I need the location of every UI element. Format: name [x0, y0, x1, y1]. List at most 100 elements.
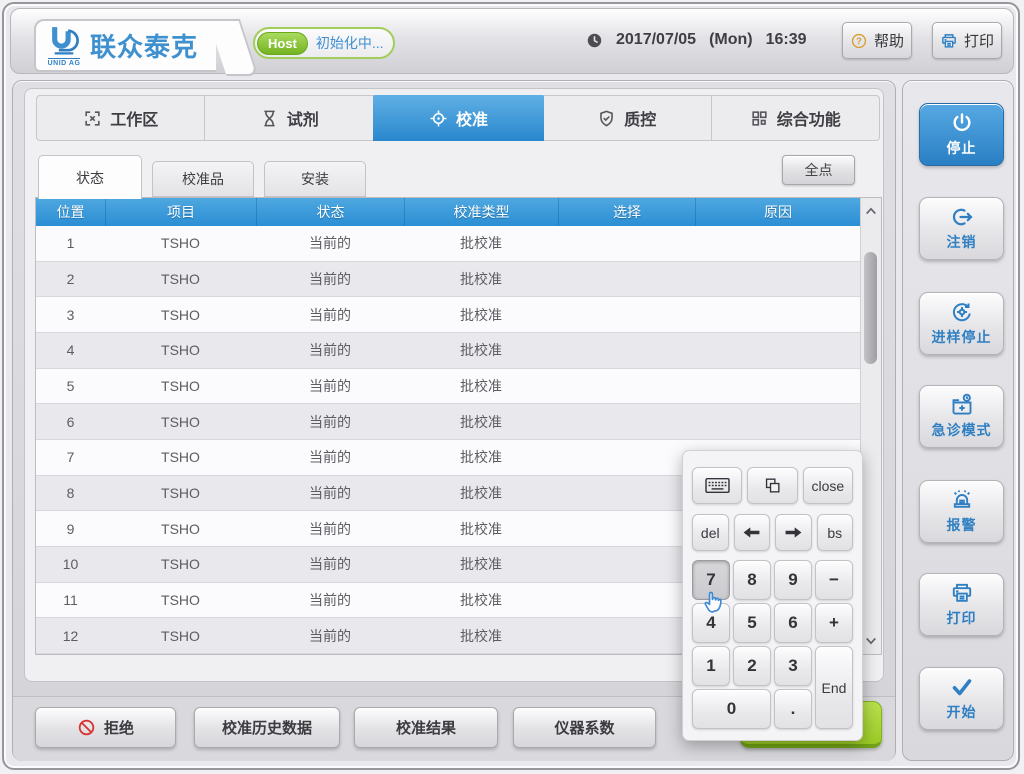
table-row[interactable]: 6TSHO当前的批校准 [36, 404, 860, 440]
cell: TSHO [105, 226, 256, 261]
keypad-9-key[interactable]: 9 [774, 560, 812, 600]
cell: 1 [36, 226, 105, 261]
cell: TSHO [105, 404, 256, 439]
cell: 当前的 [256, 618, 404, 653]
tab-functions[interactable]: 综合功能 [712, 96, 879, 140]
keypad-7-key[interactable]: 7 [692, 560, 730, 600]
sidebar-logout-button[interactable]: 注销 [919, 197, 1004, 260]
cell: 批校准 [404, 404, 558, 439]
scroll-down-icon[interactable] [861, 628, 881, 654]
keypad-arrow-left-key[interactable] [734, 514, 771, 551]
time-text: 16:39 [766, 31, 807, 49]
subtab-install[interactable]: 安装 [264, 161, 366, 197]
cell: 9 [36, 511, 105, 546]
emergency-icon [950, 393, 974, 417]
keypad-bs-key[interactable]: bs [817, 514, 854, 551]
numeric-keypad: close del bs 789− 456+123End 0. [682, 450, 863, 741]
button-label: 拒绝 [104, 717, 134, 738]
sidebar-emergency-mode-button[interactable]: 急诊模式 [919, 385, 1004, 448]
sidebar-stop-button[interactable]: 停止 [919, 103, 1004, 166]
help-button[interactable]: ? 帮助 [842, 22, 912, 59]
cell [558, 333, 695, 368]
keypad-minus-key[interactable]: − [815, 560, 853, 600]
scroll-up-icon[interactable] [861, 198, 881, 224]
keypad-1-key[interactable]: 1 [692, 646, 730, 686]
reagent-icon [260, 109, 279, 128]
functions-icon [750, 109, 769, 128]
sidebar-sampling-stop-button[interactable]: 进样停止 [919, 292, 1004, 355]
print-button-top[interactable]: 打印 [932, 22, 1002, 59]
cell [558, 440, 695, 475]
sidebar-print-button[interactable]: 打印 [919, 573, 1004, 636]
table-scrollbar[interactable] [860, 198, 881, 654]
sidebar-alarm-button[interactable]: 报警 [919, 480, 1004, 543]
sample-stop-icon [950, 300, 974, 324]
all-points-button[interactable]: 全点 [782, 155, 855, 185]
weekday-text: (Mon) [709, 31, 753, 49]
keypad-end-key[interactable]: End [815, 646, 853, 729]
table-row[interactable]: 4TSHO当前的批校准 [36, 333, 860, 369]
cell: 3 [36, 297, 105, 332]
help-button-label: 帮助 [874, 30, 904, 51]
cell: 11 [36, 583, 105, 618]
table-row[interactable]: 2TSHO当前的批校准 [36, 262, 860, 298]
keypad-3-key[interactable]: 3 [774, 646, 812, 686]
subtab-status[interactable]: 状态 [38, 155, 142, 199]
keypad-del-key[interactable]: del [692, 514, 729, 551]
tab-workspace[interactable]: 工作区 [37, 96, 205, 140]
cell [558, 547, 695, 582]
column-header: 选择 [558, 198, 695, 226]
keypad-6-key[interactable]: 6 [774, 603, 812, 643]
keypad-5-key[interactable]: 5 [733, 603, 771, 643]
main-tabs: 工作区 试剂 校准 质控 综合功能 [36, 95, 880, 141]
keypad-plus-key[interactable]: + [815, 603, 853, 643]
cell: 4 [36, 333, 105, 368]
table-row[interactable]: 5TSHO当前的批校准 [36, 369, 860, 405]
keypad-0-key[interactable]: 0 [692, 689, 771, 729]
tab-label: 试剂 [287, 106, 319, 130]
button-label: 仪器系数 [554, 717, 614, 738]
subtab-calibrator[interactable]: 校准品 [152, 161, 254, 197]
table-row[interactable]: 1TSHO当前的批校准 [36, 226, 860, 262]
keyboard-icon [704, 477, 731, 494]
cell: TSHO [105, 333, 256, 368]
keypad-arrow-right-key[interactable] [775, 514, 812, 551]
keypad-dot-key[interactable]: . [774, 689, 812, 729]
cell [558, 404, 695, 439]
cal-history-button[interactable]: 校准历史数据 [194, 707, 340, 748]
tab-label: 工作区 [110, 106, 158, 130]
cell: 当前的 [256, 440, 404, 475]
cell: TSHO [105, 262, 256, 297]
tab-calibration[interactable]: 校准 [373, 95, 544, 141]
table-row[interactable]: 3TSHO当前的批校准 [36, 297, 860, 333]
keypad-close-key[interactable]: close [803, 467, 853, 504]
cell: TSHO [105, 583, 256, 618]
keypad-virtual-keyboard-key[interactable] [692, 467, 742, 504]
cell: TSHO [105, 511, 256, 546]
cell: 批校准 [404, 476, 558, 511]
cell: 12 [36, 618, 105, 653]
cal-result-button[interactable]: 校准结果 [354, 707, 498, 748]
sidebar-start-button[interactable]: 开始 [919, 667, 1004, 730]
tab-label: 质控 [624, 106, 656, 130]
calibration-icon [429, 109, 448, 128]
cell: 当前的 [256, 262, 404, 297]
reject-button[interactable]: 拒绝 [35, 707, 176, 748]
keypad-4-key[interactable]: 4 [692, 603, 730, 643]
scrollbar-thumb[interactable] [864, 252, 877, 364]
keypad-move-window-key[interactable] [747, 467, 797, 504]
scrollbar-track[interactable] [861, 224, 881, 628]
brand-logo-wrap: UNID AG [45, 25, 83, 67]
keypad-8-key[interactable]: 8 [733, 560, 771, 600]
cell [558, 369, 695, 404]
button-label: 进样停止 [932, 327, 992, 347]
tab-qc[interactable]: 质控 [543, 96, 711, 140]
instrument-coeff-button[interactable]: 仪器系数 [513, 707, 656, 748]
cell: 批校准 [404, 440, 558, 475]
cell: 2 [36, 262, 105, 297]
cell [695, 226, 860, 261]
tab-label: 校准 [456, 106, 488, 130]
keypad-2-key[interactable]: 2 [733, 646, 771, 686]
tab-reagent[interactable]: 试剂 [205, 96, 373, 140]
cell: 当前的 [256, 226, 404, 261]
